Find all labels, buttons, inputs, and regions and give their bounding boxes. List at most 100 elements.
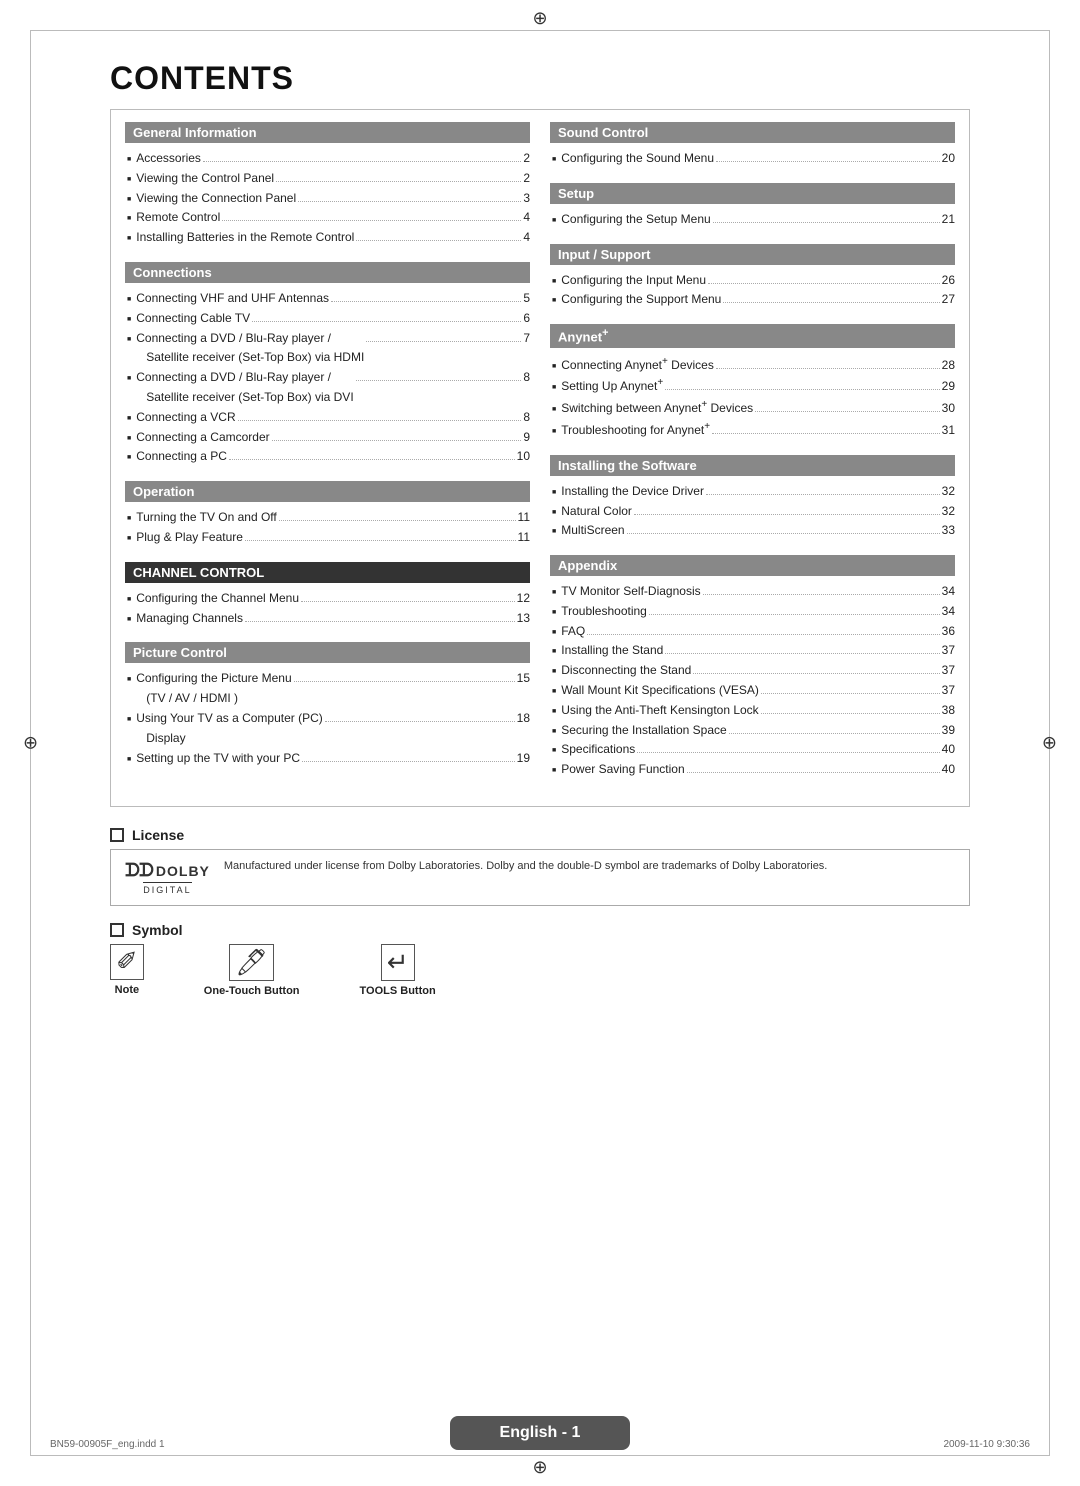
item-label: Wall Mount Kit Specifications (VESA) <box>561 681 759 701</box>
item-page: 6 <box>523 309 530 329</box>
license-description: Manufactured under license from Dolby La… <box>224 860 827 872</box>
item-page: 10 <box>517 447 530 467</box>
list-item: Setting up the TV with your PC 19 <box>125 749 530 769</box>
item-dots <box>238 420 522 421</box>
right-circle-icon: ⊕ <box>1042 733 1057 754</box>
item-dots <box>761 693 940 694</box>
section-channel-control: CHANNEL CONTROL Configuring the Channel … <box>125 562 530 629</box>
section-setup: Setup Configuring the Setup Menu 21 <box>550 183 955 230</box>
list-item: Installing Batteries in the Remote Contr… <box>125 228 530 248</box>
list-item: Turning the TV On and Off 11 <box>125 508 530 528</box>
dolby-dd-symbol: ᗪᗪ <box>125 860 153 881</box>
item-label: Remote Control <box>136 208 220 228</box>
bottom-symbol-icon: ⊕ <box>532 1457 547 1478</box>
item-dots <box>587 634 939 635</box>
list-item: Installing the Stand 37 <box>550 641 955 661</box>
item-label: Connecting a DVD / Blu-Ray player / Sate… <box>136 368 353 408</box>
item-dots <box>276 181 521 182</box>
item-dots <box>665 389 939 390</box>
list-item: TV Monitor Self-Diagnosis 34 <box>550 582 955 602</box>
item-dots <box>222 220 521 221</box>
symbol-label: Symbol <box>132 922 183 938</box>
item-page: 20 <box>942 149 955 169</box>
item-page: 37 <box>942 681 955 701</box>
list-item: Connecting a DVD / Blu-Ray player / Sate… <box>125 329 530 369</box>
item-dots <box>245 621 515 622</box>
item-page: 30 <box>942 399 955 419</box>
item-page: 11 <box>518 508 530 528</box>
list-item: Connecting a PC 10 <box>125 447 530 467</box>
item-label: Managing Channels <box>136 609 243 629</box>
note-label: Note <box>115 984 139 996</box>
list-item: Configuring the Sound Menu 20 <box>550 149 955 169</box>
item-dots <box>713 222 940 223</box>
item-dots <box>302 761 515 762</box>
item-dots <box>331 301 521 302</box>
item-label: FAQ <box>561 622 585 642</box>
list-item: Accessories 2 <box>125 149 530 169</box>
item-page: 27 <box>942 290 955 310</box>
list-item: Connecting a DVD / Blu-Ray player / Sate… <box>125 368 530 408</box>
item-dots <box>356 240 521 241</box>
section-header-setup: Setup <box>550 183 955 204</box>
item-label: Switching between Anynet+ Devices <box>561 397 753 419</box>
item-page: 2 <box>523 149 530 169</box>
list-item: Natural Color 32 <box>550 502 955 522</box>
item-page: 40 <box>942 740 955 760</box>
item-dots <box>356 380 522 381</box>
section-header-anynet: Anynet+ <box>550 324 955 347</box>
item-label: Setting Up Anynet+ <box>561 375 663 397</box>
item-dots <box>716 161 940 162</box>
item-dots <box>637 752 939 753</box>
item-label: Accessories <box>136 149 201 169</box>
item-page: 8 <box>523 368 530 388</box>
item-dots <box>649 614 940 615</box>
list-item: Managing Channels 13 <box>125 609 530 629</box>
one-touch-label: One-Touch Button <box>204 985 300 997</box>
item-page: 29 <box>942 377 955 397</box>
license-heading: License <box>110 827 970 843</box>
footer-right-text: 2009-11-10 9:30:36 <box>943 1439 1030 1450</box>
symbol-section: Symbol ✐ Note 🖊 One-Touch Button ↵ TOOLS… <box>110 922 970 997</box>
item-label: Using Your TV as a Computer (PC) Display <box>136 709 323 749</box>
item-label: Plug & Play Feature <box>136 528 243 548</box>
section-installing-software: Installing the Software Installing the D… <box>550 455 955 541</box>
item-label: Specifications <box>561 740 635 760</box>
section-header-input-support: Input / Support <box>550 244 955 265</box>
list-item: Connecting Cable TV 6 <box>125 309 530 329</box>
item-label: Connecting a DVD / Blu-Ray player / Sate… <box>136 329 364 369</box>
item-label: Configuring the Setup Menu <box>561 210 710 230</box>
section-appendix: Appendix TV Monitor Self-Diagnosis 34 Tr… <box>550 555 955 780</box>
item-page: 4 <box>523 208 530 228</box>
item-page: 37 <box>942 661 955 681</box>
list-item: Switching between Anynet+ Devices 30 <box>550 397 955 419</box>
list-item: Configuring the Setup Menu 21 <box>550 210 955 230</box>
list-item: Troubleshooting for Anynet+ 31 <box>550 419 955 441</box>
item-label: Troubleshooting for Anynet+ <box>561 419 710 441</box>
section-header-general-information: General Information <box>125 122 530 143</box>
list-item: MultiScreen 33 <box>550 521 955 541</box>
left-circle-icon: ⊕ <box>23 733 38 754</box>
section-picture-control: Picture Control Configuring the Picture … <box>125 642 530 768</box>
item-page: 34 <box>942 602 955 622</box>
item-dots <box>294 681 515 682</box>
item-label: Viewing the Connection Panel <box>136 189 296 209</box>
item-page: 15 <box>517 669 530 689</box>
item-dots <box>272 440 522 441</box>
symbol-heading: Symbol <box>110 922 970 938</box>
top-symbol-icon: ⊕ <box>532 8 547 29</box>
item-page: 38 <box>942 701 955 721</box>
item-page: 2 <box>523 169 530 189</box>
item-page: 3 <box>523 189 530 209</box>
item-page: 11 <box>518 528 530 548</box>
item-page: 33 <box>942 521 955 541</box>
item-dots <box>634 514 940 515</box>
item-page: 26 <box>942 271 955 291</box>
list-item: Securing the Installation Space 39 <box>550 721 955 741</box>
list-item: Plug & Play Feature 11 <box>125 528 530 548</box>
section-input-support: Input / Support Configuring the Input Me… <box>550 244 955 311</box>
section-header-sound-control: Sound Control <box>550 122 955 143</box>
item-label: Configuring the Picture Menu (TV / AV / … <box>136 669 291 709</box>
item-page: 18 <box>517 709 530 729</box>
item-dots <box>716 368 940 369</box>
